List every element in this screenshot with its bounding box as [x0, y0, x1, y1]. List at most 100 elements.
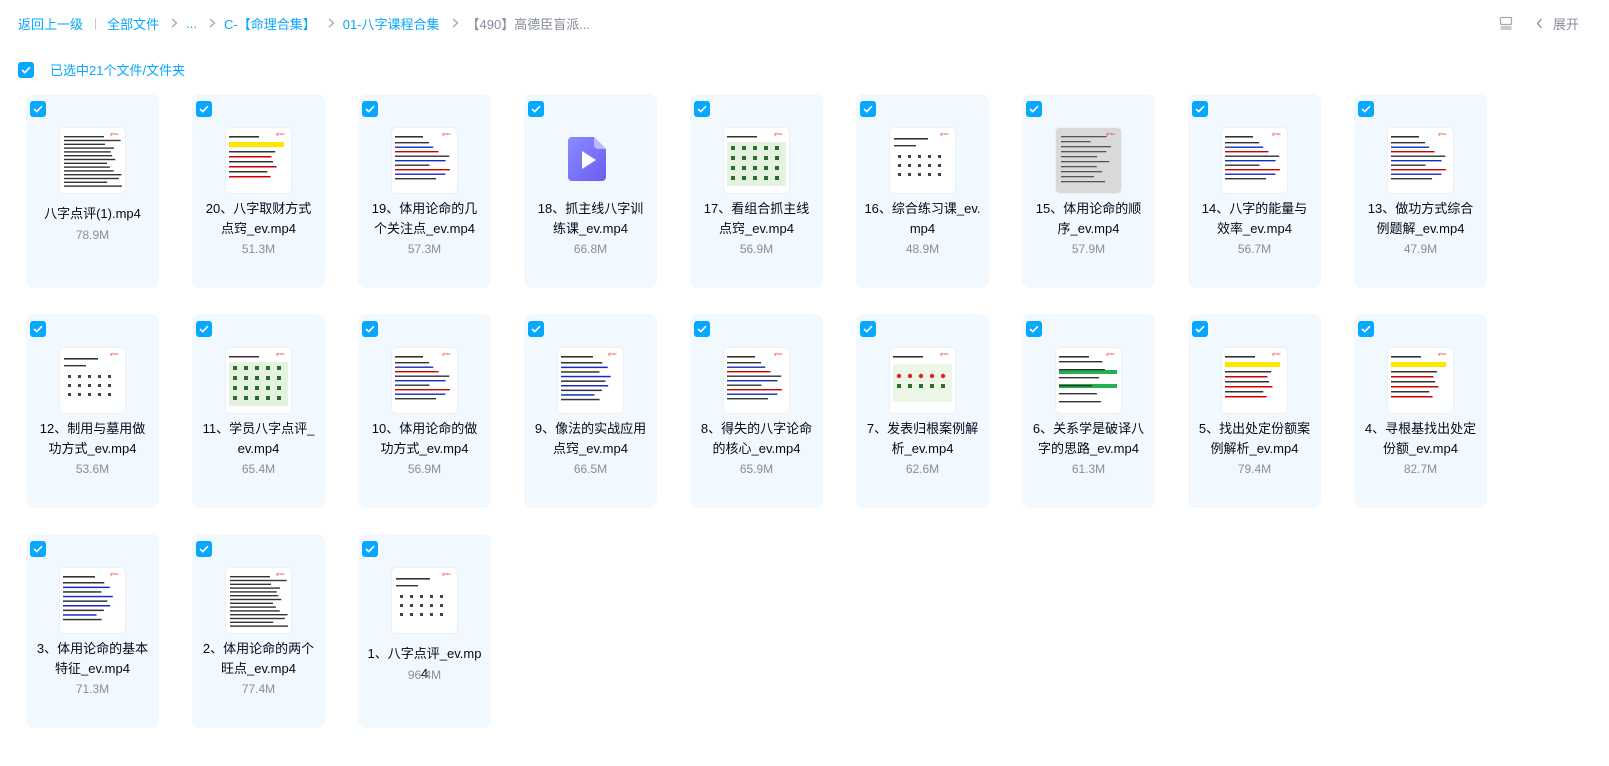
file-card[interactable]: 18、抓主线八字训练课_ev.mp4 66.8M [524, 94, 657, 288]
file-checkbox[interactable] [860, 101, 876, 117]
file-card[interactable]: ghsc 2、体用论命的两个旺点_ev.mp4 77.4M [192, 534, 325, 728]
svg-text:ghsc: ghsc [442, 131, 450, 136]
chevron-right-icon [209, 18, 216, 28]
file-checkbox[interactable] [30, 321, 46, 337]
file-card[interactable]: ghsc 7、发表归根案例解析_ev.mp4 62.6M [856, 314, 989, 508]
chevron-left-icon [1536, 18, 1543, 29]
file-checkbox[interactable] [30, 541, 46, 557]
video-thumbnail: ghsc [226, 348, 291, 413]
file-card[interactable]: ghsc 20、八字取财方式点窍_ev.mp4 51.3M [192, 94, 325, 288]
file-checkbox[interactable] [1026, 321, 1042, 337]
select-all-checkbox[interactable] [18, 61, 34, 78]
file-name[interactable]: 11、学员八字点评_ev.mp4 [200, 419, 317, 459]
file-checkbox[interactable] [362, 101, 378, 117]
file-grid: ghsc 八字点评(1).mp4 78.9M ghsc 20、八字取财方式点窍_ev.m… [26, 94, 1487, 728]
file-checkbox[interactable] [528, 321, 544, 337]
file-name[interactable]: 8、得失的八字论命的核心_ev.mp4 [698, 419, 815, 459]
file-size: 78.9M [75, 228, 110, 242]
breadcrumb-current: 【490】高德臣盲派... [466, 16, 591, 32]
video-thumbnail: ghsc [1222, 128, 1287, 193]
list-view-icon[interactable] [1498, 15, 1514, 31]
video-thumbnail: ghsc [724, 348, 789, 413]
file-card[interactable]: ghsc 17、看组合抓主线点窍_ev.mp4 56.9M [690, 94, 823, 288]
svg-text:ghsc: ghsc [1438, 131, 1446, 136]
file-name[interactable]: 19、体用论命的几个关注点_ev.mp4 [366, 199, 483, 239]
file-checkbox[interactable] [30, 101, 46, 117]
file-card[interactable]: ghsc 19、体用论命的几个关注点_ev.mp4 57.3M [358, 94, 491, 288]
file-card[interactable]: ghsc 八字点评(1).mp4 78.9M [26, 94, 159, 288]
file-name[interactable]: 八字点评(1).mp4 [34, 204, 151, 224]
file-checkbox[interactable] [1192, 101, 1208, 117]
file-checkbox[interactable] [362, 541, 378, 557]
file-size: 61.3M [1071, 462, 1106, 476]
file-name[interactable]: 10、体用论命的做功方式_ev.mp4 [366, 419, 483, 459]
file-checkbox[interactable] [196, 101, 212, 117]
video-thumbnail: ghsc [60, 348, 125, 413]
file-card[interactable]: ghsc 11、学员八字点评_ev.mp4 65.4M [192, 314, 325, 508]
breadcrumb-level1-link[interactable]: C-【命理合集】 [224, 14, 316, 33]
file-checkbox[interactable] [528, 101, 544, 117]
file-card[interactable]: ghsc 4、寻根基找出处定份额_ev.mp4 82.7M [1354, 314, 1487, 508]
file-card[interactable]: ghsc 6、关系学是破译八字的思路_ev.mp4 61.3M [1022, 314, 1155, 508]
file-card[interactable]: ghsc 12、制用与墓用做功方式_ev.mp4 53.6M [26, 314, 159, 508]
file-name[interactable]: 5、找出处定份额案例解析_ev.mp4 [1196, 419, 1313, 459]
svg-text:ghsc: ghsc [276, 131, 284, 136]
file-checkbox[interactable] [694, 101, 710, 117]
breadcrumb-back-link[interactable]: 返回上一级 [18, 14, 83, 33]
breadcrumb-divider: | [94, 16, 98, 30]
file-card[interactable]: ghsc 5、找出处定份额案例解析_ev.mp4 79.4M [1188, 314, 1321, 508]
video-thumbnail: ghsc [890, 348, 955, 413]
file-checkbox[interactable] [196, 541, 212, 557]
expand-button[interactable]: 展开 [1536, 14, 1579, 33]
svg-text:ghsc: ghsc [276, 571, 284, 576]
file-name[interactable]: 12、制用与墓用做功方式_ev.mp4 [34, 419, 151, 459]
file-name[interactable]: 20、八字取财方式点窍_ev.mp4 [200, 199, 317, 239]
file-size: 65.4M [241, 462, 276, 476]
file-size: 56.7M [1237, 242, 1272, 256]
file-card[interactable]: ghsc 1、八字点评_ev.mp4 96.4M [358, 534, 491, 728]
chevron-right-icon [328, 18, 335, 28]
file-checkbox[interactable] [694, 321, 710, 337]
video-thumbnail: ghsc [392, 568, 457, 633]
svg-text:ghsc: ghsc [110, 351, 118, 356]
file-card[interactable]: ghsc 15、体用论命的顺序_ev.mp4 57.9M [1022, 94, 1155, 288]
breadcrumb-ellipsis[interactable]: ... [186, 16, 197, 31]
file-card[interactable]: ghsc 14、八字的能量与效率_ev.mp4 56.7M [1188, 94, 1321, 288]
file-name[interactable]: 4、寻根基找出处定份额_ev.mp4 [1362, 419, 1479, 459]
file-name[interactable]: 17、看组合抓主线点窍_ev.mp4 [698, 199, 815, 239]
file-checkbox[interactable] [1358, 321, 1374, 337]
file-checkbox[interactable] [1192, 321, 1208, 337]
video-thumbnail: ghsc [1222, 348, 1287, 413]
file-name[interactable]: 3、体用论命的基本特征_ev.mp4 [34, 639, 151, 679]
file-name[interactable]: 7、发表归根案例解析_ev.mp4 [864, 419, 981, 459]
file-card[interactable]: ghsc 16、综合练习课_ev.mp4 48.9M [856, 94, 989, 288]
file-checkbox[interactable] [1026, 101, 1042, 117]
file-name[interactable]: 18、抓主线八字训练课_ev.mp4 [532, 199, 649, 239]
video-thumbnail: ghsc [724, 128, 789, 193]
file-size: 53.6M [75, 462, 110, 476]
file-checkbox[interactable] [362, 321, 378, 337]
file-size: 62.6M [905, 462, 940, 476]
file-card[interactable]: ghsc 10、体用论命的做功方式_ev.mp4 56.9M [358, 314, 491, 508]
breadcrumb-all-files-link[interactable]: 全部文件 [107, 14, 159, 33]
file-checkbox[interactable] [1358, 101, 1374, 117]
file-card[interactable]: ghsc 3、体用论命的基本特征_ev.mp4 71.3M [26, 534, 159, 728]
svg-text:ghsc: ghsc [608, 351, 616, 356]
file-checkbox[interactable] [860, 321, 876, 337]
file-card[interactable]: ghsc 9、像法的实战应用点窍_ev.mp4 66.5M [524, 314, 657, 508]
expand-label: 展开 [1552, 16, 1579, 32]
file-name[interactable]: 16、综合练习课_ev.mp4 [864, 199, 981, 239]
file-name[interactable]: 6、关系学是破译八字的思路_ev.mp4 [1030, 419, 1147, 459]
file-name[interactable]: 2、体用论命的两个旺点_ev.mp4 [200, 639, 317, 679]
file-card[interactable]: ghsc 8、得失的八字论命的核心_ev.mp4 65.9M [690, 314, 823, 508]
file-name[interactable]: 9、像法的实战应用点窍_ev.mp4 [532, 419, 649, 459]
file-name[interactable]: 14、八字的能量与效率_ev.mp4 [1196, 199, 1313, 239]
file-name[interactable]: 15、体用论命的顺序_ev.mp4 [1030, 199, 1147, 239]
file-card[interactable]: ghsc 13、做功方式综合例题解_ev.mp4 47.9M [1354, 94, 1487, 288]
file-checkbox[interactable] [196, 321, 212, 337]
file-size: 66.5M [573, 462, 608, 476]
breadcrumb-level2-link[interactable]: 01-八字课程合集 [343, 14, 440, 33]
video-thumbnail: ghsc [1056, 128, 1121, 193]
svg-text:ghsc: ghsc [110, 131, 118, 136]
file-name[interactable]: 13、做功方式综合例题解_ev.mp4 [1362, 199, 1479, 239]
